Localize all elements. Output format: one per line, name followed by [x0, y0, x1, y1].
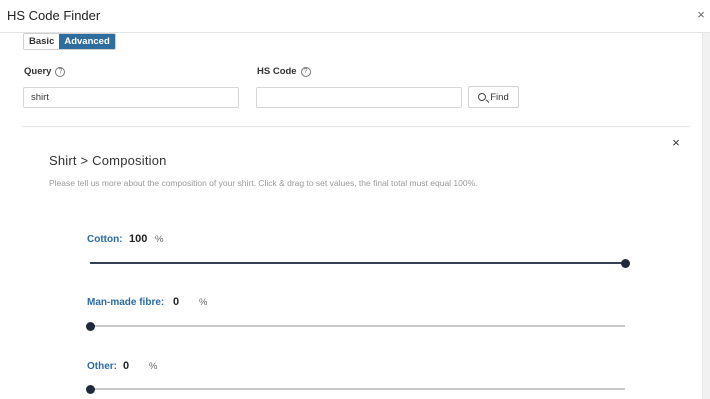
other-value: 0: [123, 360, 130, 372]
other-unit: %: [149, 361, 158, 372]
cotton-label: Cotton:: [87, 234, 123, 245]
man-made-fibre-slider-thumb[interactable]: [85, 321, 95, 331]
cotton-value: 100: [129, 233, 148, 245]
basic-mode-button[interactable]: Basic: [24, 34, 60, 49]
panel-title: Shirt > Composition: [49, 153, 167, 168]
query-label: Query: [24, 66, 52, 77]
hs-code-label: HS Code: [257, 66, 297, 77]
man-made-fibre-slider[interactable]: [85, 321, 625, 331]
hs-code-input[interactable]: [256, 87, 462, 108]
cotton-slider-thumb[interactable]: [620, 258, 630, 268]
man-made-fibre-unit: %: [199, 297, 208, 308]
search-icon: [478, 93, 487, 101]
cotton-unit: %: [155, 234, 164, 245]
other-slider-thumb[interactable]: [85, 384, 95, 394]
other-label: Other:: [87, 361, 117, 372]
hs-code-label-group: HS Code ?: [257, 66, 311, 77]
other-slider[interactable]: [85, 384, 625, 394]
help-icon[interactable]: ?: [300, 66, 311, 77]
mode-toggle: Basic Advanced: [23, 33, 116, 50]
query-input[interactable]: [23, 87, 239, 108]
cotton-slider-fill: [90, 262, 625, 264]
close-icon[interactable]: ×: [694, 6, 708, 24]
query-label-group: Query ?: [24, 66, 66, 77]
section-divider: [22, 126, 690, 127]
man-made-fibre-label: Man-made fibre:: [87, 297, 165, 308]
help-icon[interactable]: ?: [55, 66, 66, 77]
cotton-slider[interactable]: [90, 258, 630, 268]
title-bar: HS Code Finder ×: [0, 0, 710, 33]
window-title: HS Code Finder: [7, 8, 101, 23]
scrollbar[interactable]: [702, 33, 710, 399]
panel-description: Please tell us more about the compositio…: [49, 178, 478, 188]
find-button-label: Find: [490, 91, 509, 103]
advanced-mode-button[interactable]: Advanced: [59, 34, 115, 49]
man-made-fibre-value: 0: [173, 296, 180, 308]
find-button[interactable]: Find: [468, 86, 519, 108]
panel-close-icon[interactable]: ×: [668, 135, 684, 151]
